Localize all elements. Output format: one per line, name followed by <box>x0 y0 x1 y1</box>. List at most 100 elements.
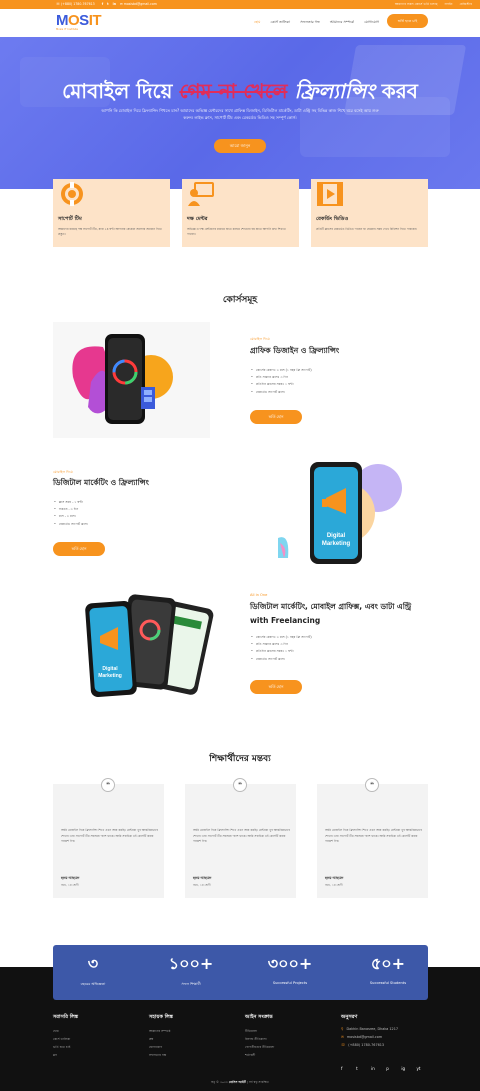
footer-link[interactable]: নীতিমালা <box>245 1027 274 1035</box>
twitter-icon[interactable]: t <box>356 1066 366 1071</box>
main-nav: হোম কোর্স তালিকা সফলতার গল্প আমাদের সম্প… <box>254 19 388 26</box>
facebook-icon[interactable]: f <box>102 2 103 6</box>
twitter-icon[interactable]: t <box>107 2 109 6</box>
course-point: ক্লাস সময় - ১ ঘণ্টা <box>54 499 88 506</box>
testimonial-card: ❝ আমি মোবাইল দিয়ে ফ্রিল্যান্সিং শিখে এখ… <box>317 778 428 898</box>
footer-email[interactable]: ✉ mosisbd@gmail.com <box>341 1033 398 1041</box>
all-in-one-image: Digital Marketing <box>85 594 214 698</box>
email-info[interactable]: ✉ mosisbd@gmail.com <box>120 2 157 6</box>
site-logo[interactable]: MOSIT Mosis IT Institute <box>56 12 104 34</box>
nav-about[interactable]: আমাদের সম্পর্কে <box>330 20 354 24</box>
footer-phone[interactable]: ☏ (+880) 1780-767613 <box>341 1041 398 1049</box>
stat-label: সফল শিক্ষার্থী <box>181 982 201 986</box>
testimonial-text: আমি মোবাইল দিয়ে ফ্রিল্যান্সিং শিখে এখন … <box>61 828 158 844</box>
footer-col-title: অনুসরণ <box>341 1014 358 1020</box>
stat-number: ৩০০+ <box>267 954 313 973</box>
linkedin-icon[interactable]: in <box>113 2 116 6</box>
nav-contact[interactable]: যোগাযোগ <box>364 20 379 24</box>
enroll-button[interactable]: ভর্তি হোন <box>250 410 302 424</box>
instagram-icon[interactable]: ig <box>401 1066 411 1071</box>
footer-link[interactable]: যোগাযোগ <box>149 1043 173 1051</box>
testimonial-text: আমি মোবাইল দিয়ে ফ্রিল্যান্সিং শিখে এখন … <box>325 828 422 844</box>
footer-col-direct-links: সরাসরি লিঙ্ক হোম কোর্স তালিকা ভর্তি হতে … <box>53 1014 78 1059</box>
hero-title-strike: গেম না খেলে <box>179 79 288 103</box>
graphic-design-image <box>53 322 210 438</box>
hero-description: আপনি কি মোবাইল দিয়ে ফ্রিল্যান্সিং শিখতে… <box>101 108 379 120</box>
footer-link[interactable]: আমাদের সম্পর্কে <box>149 1027 173 1035</box>
phone-info[interactable]: ☏ (+880) 1780-767613 <box>56 2 95 6</box>
hero-title-part: মোবাইল দিয়ে <box>62 79 173 103</box>
nav-home[interactable]: হোম <box>254 20 260 24</box>
phone-label-line2: Marketing <box>322 541 351 547</box>
testimonial-batch: ব্যাচ, ১ম শ্রেণী <box>193 883 211 887</box>
learn-more-button[interactable]: আরো জানুন <box>214 139 266 153</box>
footer-contact: অনুসরণ ⚲ Dakhin Banasree, Dhaka 1217 ✉ mos… <box>341 1014 398 1049</box>
phone-label-line1: Digital <box>102 666 118 672</box>
stat-item: ৩০০+ Successful Projects <box>250 953 330 985</box>
footer-link[interactable]: হোম <box>53 1027 78 1035</box>
copyright-text: | সর্ব স্বত্ব সংরক্ষিত <box>246 1080 269 1084</box>
phone-label-line2: Marketing <box>98 673 122 679</box>
footer-col-title: সরাসরি লিঙ্ক <box>53 1014 79 1020</box>
footer-link[interactable]: ভর্তি হতে চাই <box>53 1043 78 1051</box>
logo-letter-s: S <box>79 12 89 29</box>
feature-card-support: সাপোর্ট টিম আমাদের রয়েছে দক্ষ সাপোর্ট ট… <box>53 179 170 247</box>
footer-link[interactable]: ব্লগ <box>53 1051 78 1059</box>
testimonial-card: ❝ আমি মোবাইল দিয়ে ফ্রিল্যান্সিং শিখে এখ… <box>185 778 296 898</box>
feature-desc: প্রতিটি ক্লাসের রেকর্ডেড ভিডিও পাবেন যা … <box>316 227 418 231</box>
footer-link[interactable]: প্রশ্ন <box>149 1035 173 1043</box>
copyright-text: স্বত্ব © ২০২৩ <box>211 1080 228 1084</box>
stat-label: Successful Projects <box>272 981 308 985</box>
footer-link[interactable]: শর্তাবলী <box>245 1051 274 1059</box>
digital-marketing-image: Digital Marketing <box>278 462 402 564</box>
course-tag: মোবাইল দিয়ে <box>53 470 73 474</box>
footer-link[interactable]: সফলতার গল্প <box>149 1051 173 1059</box>
quote-icon: ❝ <box>101 778 115 792</box>
testimonial-name: হৃদয় আহমেদ <box>325 876 344 880</box>
pinterest-icon[interactable]: p <box>386 1066 396 1071</box>
quote-icon: ❝ <box>365 778 379 792</box>
testimonial-card: ❝ আমি মোবাইল দিয়ে ফ্রিল্যান্সিং শিখে এখ… <box>53 778 164 898</box>
stat-item: ৫০+ Successful Students <box>348 953 428 985</box>
footer-col-title: সহায়ক লিঙ্ক <box>149 1014 173 1020</box>
admission-button[interactable]: ভর্তি হতে চাই <box>387 14 428 28</box>
facebook-icon[interactable]: f <box>341 1066 351 1071</box>
register-link[interactable]: রেজিস্টার <box>460 2 472 6</box>
testimonials-section-title: শিক্ষার্থীদের মন্তব্য <box>209 754 271 764</box>
logo-tagline: Mosis IT Institute <box>56 28 79 31</box>
phone-icon: ☏ <box>341 1043 346 1047</box>
testimonial-text: আমি মোবাইল দিয়ে ফ্রিল্যান্সিং শিখে এখন … <box>193 828 290 844</box>
course-title: গ্রাফিক ডিজাইন ও ফ্রিল্যান্সিং <box>250 346 340 355</box>
footer-link[interactable]: রিফান্ড নীতিমালা <box>245 1035 274 1043</box>
mail-icon: ✉ <box>341 1035 344 1039</box>
stat-number: ৫০+ <box>370 954 406 973</box>
stat-label: বছরের অভিজ্ঞতা <box>80 982 106 986</box>
copyright-brand[interactable]: মোসিস আইটি <box>229 1080 246 1084</box>
phone-text: (+880) 1780-767613 <box>61 2 95 6</box>
feature-card-mentor: দক্ষ মেন্টর অভিজ্ঞ ও দক্ষ মেন্টরদের মাধ্… <box>182 179 299 247</box>
logo-letter-it: IT <box>88 12 102 29</box>
hero-section: মোবাইল দিয়ে গেম না খেলে ফ্রিল্যান্সিং ক… <box>0 37 480 189</box>
courses-section-title: কোর্সসমূহ <box>222 295 258 305</box>
youtube-icon[interactable]: yt <box>416 1066 426 1071</box>
footer-social: f t in p ig yt <box>341 1055 426 1074</box>
nav-success[interactable]: সফলতার গল্প <box>300 20 319 24</box>
enroll-button[interactable]: ভর্তি হোন <box>250 680 302 694</box>
feature-title: রেকর্ডিং ভিডিও <box>316 216 349 222</box>
course-point: কোর্সের মেয়াদঃ ৩ মাস (১ বছর ফ্রি সাপোর্… <box>251 634 312 641</box>
video-icon <box>317 182 343 206</box>
footer-link[interactable]: কোর্স তালিকা <box>53 1035 78 1043</box>
footer-col-legal: আইন সংক্রান্ত নীতিমালা রিফান্ড নীতিমালা … <box>245 1014 274 1059</box>
course-point: প্রতি সপ্তাহে ক্লাসঃ ৩ দিন <box>251 374 312 381</box>
course-tag: All in One <box>250 593 268 597</box>
logo-letter-o: O <box>68 12 80 29</box>
linkedin-icon[interactable]: in <box>371 1066 381 1071</box>
quote-icon: ❝ <box>233 778 247 792</box>
stat-item: ১০০+ সফল শিক্ষার্থী <box>151 953 231 988</box>
enroll-button[interactable]: ভর্তি হোন <box>53 542 105 556</box>
footer-link[interactable]: গোপনীয়তার নীতিমালা <box>245 1043 274 1051</box>
footer-address: ⚲ Dakhin Banasree, Dhaka 1217 <box>341 1025 398 1033</box>
stat-label: Successful Students <box>369 981 407 985</box>
nav-courses[interactable]: কোর্স তালিকা <box>271 20 291 24</box>
login-link[interactable]: লগইন <box>445 2 453 6</box>
